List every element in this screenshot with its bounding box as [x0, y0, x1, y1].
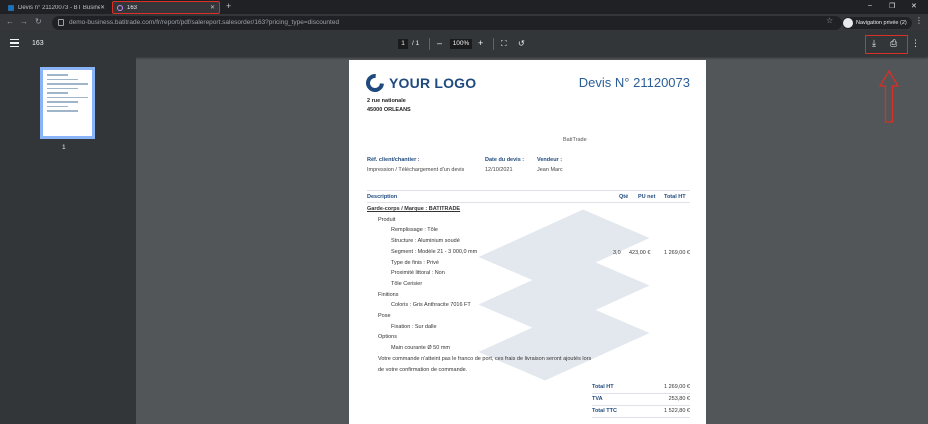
page-number-input[interactable]: 1: [398, 39, 408, 49]
annotation-up-arrow-icon: [878, 70, 900, 123]
divider: [429, 38, 430, 50]
pdf-more-icon[interactable]: ⋮: [911, 38, 920, 49]
zoom-level-input[interactable]: 100%: [450, 39, 472, 49]
tab-title: Devis n° 21120073 - BT Business: [18, 4, 100, 11]
tab-title: 163: [127, 4, 138, 11]
company-name: BatiTrade: [563, 137, 587, 143]
profile-button[interactable]: Navigation privée (2): [842, 17, 912, 29]
date-label: Date du devis :: [485, 157, 525, 163]
total-value: 253,80 €: [668, 396, 690, 402]
maximize-button[interactable]: ❐: [889, 2, 895, 10]
forward-arrow-icon[interactable]: →: [20, 17, 28, 26]
download-icon[interactable]: ⤓: [872, 38, 876, 49]
fit-to-page-icon[interactable]: ⛶: [501, 39, 507, 49]
row-qty: 3,0: [613, 250, 621, 256]
zoom-in-button[interactable]: +: [478, 38, 483, 48]
close-window-button[interactable]: ✕: [911, 2, 917, 10]
total-value: 1 522,80 €: [664, 408, 690, 414]
address-block: 2 rue nationale 45000 ORLEANS: [367, 97, 411, 115]
tab-devis[interactable]: Devis n° 21120073 - BT Business ✕: [4, 1, 109, 14]
company-logo: YOUR LOGO: [362, 70, 477, 96]
pdf-toolbar: 163 1 / 1 – 100% + ⛶ ↺: [0, 32, 928, 57]
date-value: 12/10/2021: [485, 167, 513, 173]
profile-label: Navigation privée (2): [856, 20, 907, 26]
bookmark-star-icon[interactable]: ☆: [826, 16, 833, 25]
quote-line: Finitions: [378, 291, 399, 298]
total-value: 1 269,00 €: [664, 384, 690, 390]
incognito-avatar-icon: [843, 18, 853, 28]
pdf-title: 163: [32, 40, 44, 47]
ref-label: Réf. client/chantier :: [367, 157, 420, 163]
column-header-unit-price: PU net: [638, 194, 656, 200]
divider: [592, 405, 690, 406]
quote-line: Garde-corps / Marque : BATITRADE: [367, 206, 461, 212]
url-text[interactable]: demo-business.batitrade.com/fr/report/pd…: [69, 19, 339, 26]
total-label: Total HT: [592, 384, 614, 390]
loading-favicon-icon: [117, 4, 123, 11]
thumbnail-sidebar: 1: [0, 57, 136, 424]
quote-title: Devis N° 21120073: [578, 75, 690, 90]
quote-line: Remplissage : Tôle: [391, 227, 438, 234]
close-icon[interactable]: ✕: [210, 4, 215, 11]
zoom-out-button[interactable]: –: [437, 38, 442, 48]
quote-line: Segment : Modèle 21 - 3 000,0 mm: [391, 248, 478, 255]
batitrade-favicon-icon: [8, 4, 14, 11]
divider: [493, 38, 494, 50]
page-count: / 1: [412, 40, 420, 47]
seller-value: Jean Marc: [537, 167, 563, 173]
tab-pdf[interactable]: 163 ✕: [112, 1, 220, 14]
quote-line: Proximité littoral : Non: [391, 270, 445, 277]
logo-text: YOUR LOGO: [389, 75, 477, 91]
page-info-icon[interactable]: [58, 19, 64, 26]
quote-line: Produit: [378, 216, 396, 223]
address-line: 2 rue nationale: [367, 98, 406, 104]
total-label: TVA: [592, 396, 603, 402]
divider: [592, 417, 690, 418]
logo-mark-icon: [362, 70, 388, 96]
address-line: 45000 ORLEANS: [367, 107, 411, 113]
seller-label: Vendeur :: [537, 157, 563, 163]
column-header-total: Total HT: [664, 194, 686, 200]
minimize-button[interactable]: –: [868, 2, 872, 9]
pdf-page: YOUR LOGO Devis N° 21120073 2 rue nation…: [349, 60, 706, 424]
quote-line: Structure : Aluminium soudé: [391, 238, 460, 245]
column-header-qty: Qté: [619, 194, 629, 200]
address-bar-row: ← → ↻ demo-business.batitrade.com/fr/rep…: [0, 14, 928, 32]
quote-line: Options: [378, 334, 397, 341]
divider: [367, 190, 690, 191]
browser-menu-icon[interactable]: ⋮: [915, 16, 923, 25]
omnibox[interactable]: demo-business.batitrade.com/fr/report/pd…: [52, 16, 842, 30]
new-tab-button[interactable]: +: [226, 1, 231, 11]
back-arrow-icon[interactable]: ←: [6, 17, 14, 26]
row-unit-price: 423,00 €: [629, 250, 651, 256]
browser-tab-strip: Devis n° 21120073 - BT Business ✕ 163 ✕ …: [0, 0, 928, 14]
quote-line: Fixation : Sur dalle: [391, 323, 437, 330]
quote-line: de votre confirmation de commande.: [378, 366, 468, 373]
quote-line: Tôle Cerisier: [391, 280, 423, 287]
quote-line: Coloris : Gris Anthracite 7016 FT: [391, 302, 471, 309]
rotate-icon[interactable]: ↺: [518, 39, 525, 48]
divider: [367, 202, 690, 203]
total-label: Total TTC: [592, 408, 617, 414]
quote-line: Main courante Ø 50 mm: [391, 345, 450, 352]
print-icon[interactable]: ⎙: [890, 38, 897, 49]
close-icon[interactable]: ✕: [100, 4, 105, 11]
column-header-description: Description: [367, 194, 398, 200]
ref-value: Impression / Téléchargement d'un devis: [367, 167, 465, 173]
divider: [592, 393, 690, 394]
menu-icon[interactable]: [10, 39, 19, 47]
thumbnail-page-number: 1: [62, 144, 66, 151]
reload-icon[interactable]: ↻: [35, 17, 42, 26]
quote-line: Votre commande n'atteint pas le franco d…: [378, 355, 592, 362]
page-thumbnail[interactable]: [40, 67, 95, 139]
quote-line: Pose: [378, 313, 391, 319]
row-total: 1 269,00 €: [664, 250, 690, 256]
quote-line: Type de finis : Privé: [391, 259, 439, 266]
